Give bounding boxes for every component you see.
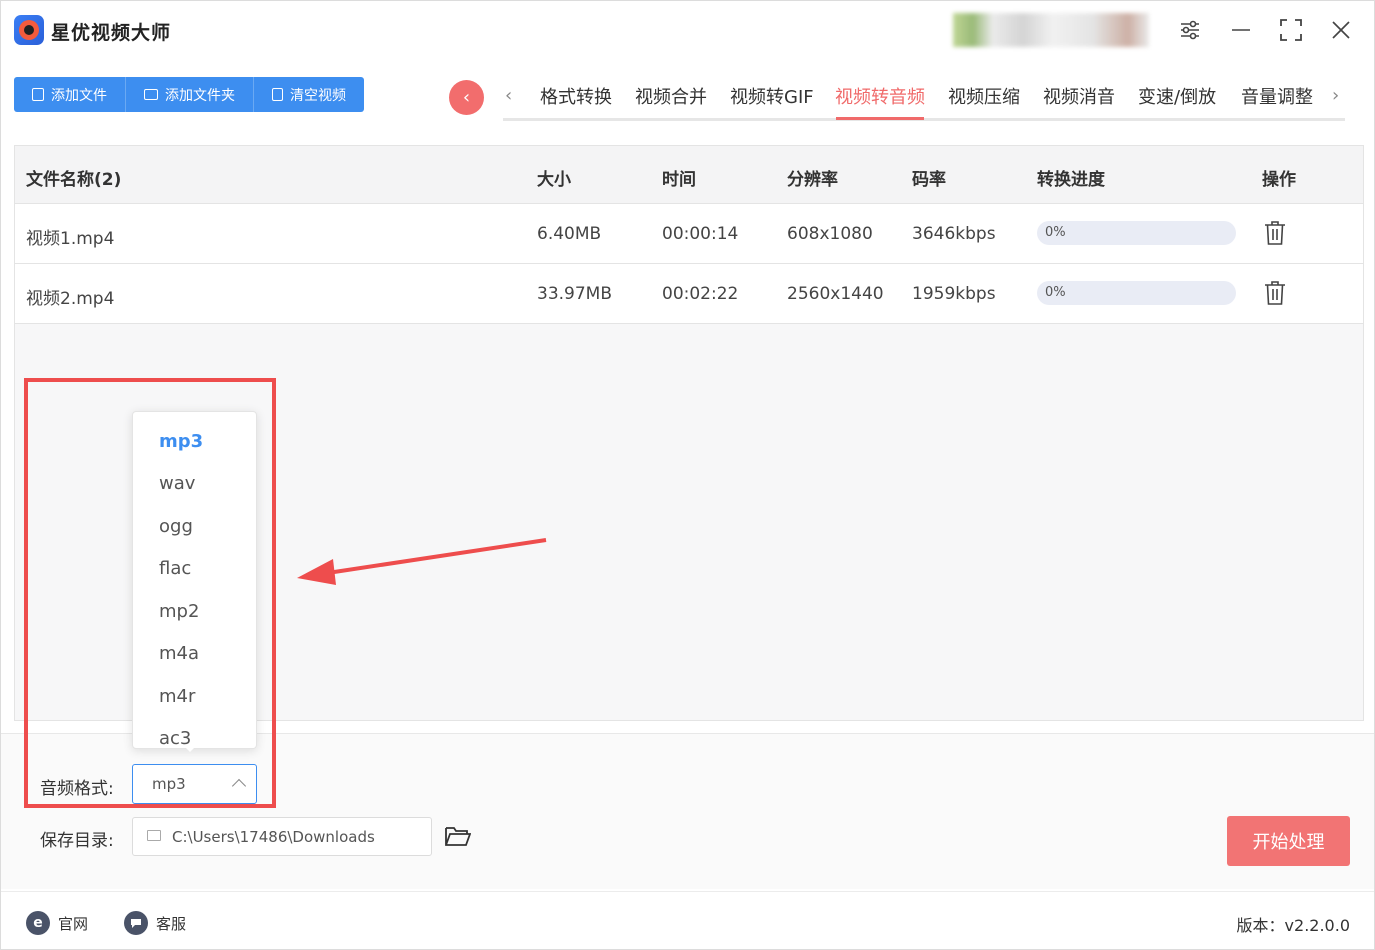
tab-video-compress[interactable]: 视频压缩 bbox=[948, 83, 1020, 109]
annotation-highlight-box bbox=[24, 378, 276, 808]
cell-bitrate: 1959kbps bbox=[912, 284, 996, 304]
col-header-progress: 转换进度 bbox=[1037, 170, 1105, 190]
maximize-icon[interactable] bbox=[1277, 16, 1305, 44]
close-icon[interactable] bbox=[1327, 16, 1355, 44]
tab-format-convert[interactable]: 格式转换 bbox=[540, 83, 612, 109]
tab-video-to-audio[interactable]: 视频转音频 bbox=[835, 83, 925, 109]
feature-tabs: 格式转换 视频合并 视频转GIF 视频转音频 视频压缩 视频消音 变速/倒放 音… bbox=[503, 81, 1345, 121]
cell-time: 00:00:14 bbox=[662, 224, 739, 244]
col-header-resolution: 分辨率 bbox=[787, 170, 838, 190]
cell-resolution: 2560x1440 bbox=[787, 284, 884, 304]
tab-video-mute[interactable]: 视频消音 bbox=[1043, 83, 1115, 109]
open-folder-icon[interactable] bbox=[445, 825, 471, 847]
tab-volume-adjust[interactable]: 音量调整 bbox=[1241, 83, 1313, 109]
col-header-size: 大小 bbox=[537, 170, 571, 190]
tabs-scroll-right-icon[interactable]: › bbox=[1332, 85, 1339, 106]
cell-size: 6.40MB bbox=[537, 224, 602, 244]
active-tab-indicator bbox=[836, 117, 924, 120]
ie-icon: e bbox=[26, 911, 50, 935]
folder-icon bbox=[144, 89, 158, 100]
user-avatar-blurred[interactable] bbox=[953, 13, 1149, 47]
cell-bitrate: 3646kbps bbox=[912, 224, 996, 244]
trash-icon bbox=[272, 88, 283, 101]
support-link[interactable]: 客服 bbox=[124, 911, 186, 935]
progress-text: 0% bbox=[1045, 285, 1066, 300]
chevron-left-icon: ‹ bbox=[462, 87, 471, 108]
save-dir-value: C:\Users\17486\Downloads bbox=[172, 828, 375, 846]
folder-icon bbox=[147, 830, 161, 841]
clear-video-button[interactable]: 清空视频 bbox=[254, 77, 364, 112]
cell-time: 00:02:22 bbox=[662, 284, 739, 304]
tab-speed-reverse[interactable]: 变速/倒放 bbox=[1138, 83, 1216, 109]
add-file-button[interactable]: 添加文件 bbox=[14, 77, 126, 112]
cell-name: 视频1.mp4 bbox=[26, 229, 115, 249]
annotation-arrow bbox=[297, 538, 547, 585]
start-process-button[interactable]: 开始处理 bbox=[1227, 816, 1350, 866]
app-window: 星优视频大师 添加文件 添加文件夹 清空视频 ‹ ‹ 格式转换 视频合并 视频转… bbox=[0, 0, 1375, 950]
minimize-icon[interactable] bbox=[1227, 16, 1255, 44]
trash-icon[interactable] bbox=[1264, 220, 1286, 246]
app-logo-icon bbox=[14, 15, 44, 45]
save-dir-label: 保存目录: bbox=[40, 831, 114, 851]
footer: e 官网 客服 版本：v2.2.0.0 bbox=[1, 891, 1374, 949]
tab-video-to-gif[interactable]: 视频转GIF bbox=[730, 83, 814, 109]
cell-size: 33.97MB bbox=[537, 284, 612, 304]
title-bar: 星优视频大师 bbox=[1, 1, 1375, 61]
save-dir-input[interactable]: C:\Users\17486\Downloads bbox=[132, 817, 432, 856]
back-button[interactable]: ‹ bbox=[449, 80, 484, 115]
col-header-name: 文件名称(2) bbox=[26, 170, 122, 190]
col-header-time: 时间 bbox=[662, 170, 696, 190]
chat-icon bbox=[124, 911, 148, 935]
version-text: 版本：v2.2.0.0 bbox=[1236, 916, 1350, 935]
progress-text: 0% bbox=[1045, 225, 1066, 240]
progress-bar: 0% bbox=[1037, 221, 1236, 245]
cell-resolution: 608x1080 bbox=[787, 224, 873, 244]
file-icon bbox=[32, 88, 44, 101]
progress-bar: 0% bbox=[1037, 281, 1236, 305]
app-title: 星优视频大师 bbox=[51, 22, 172, 44]
file-toolbar: 添加文件 添加文件夹 清空视频 bbox=[14, 77, 364, 112]
sliders-icon[interactable] bbox=[1176, 16, 1204, 44]
trash-icon[interactable] bbox=[1264, 280, 1286, 306]
col-header-action: 操作 bbox=[1262, 170, 1296, 190]
add-folder-button[interactable]: 添加文件夹 bbox=[126, 77, 254, 112]
table-header: 文件名称(2) 大小 时间 分辨率 码率 转换进度 操作 bbox=[15, 146, 1363, 204]
table-row[interactable]: 视频2.mp4 33.97MB 00:02:22 2560x1440 1959k… bbox=[15, 264, 1363, 324]
table-row[interactable]: 视频1.mp4 6.40MB 00:00:14 608x1080 3646kbp… bbox=[15, 204, 1363, 264]
website-link[interactable]: e 官网 bbox=[26, 911, 88, 935]
cell-name: 视频2.mp4 bbox=[26, 289, 115, 309]
col-header-bitrate: 码率 bbox=[912, 170, 946, 190]
tab-video-merge[interactable]: 视频合并 bbox=[635, 83, 707, 109]
